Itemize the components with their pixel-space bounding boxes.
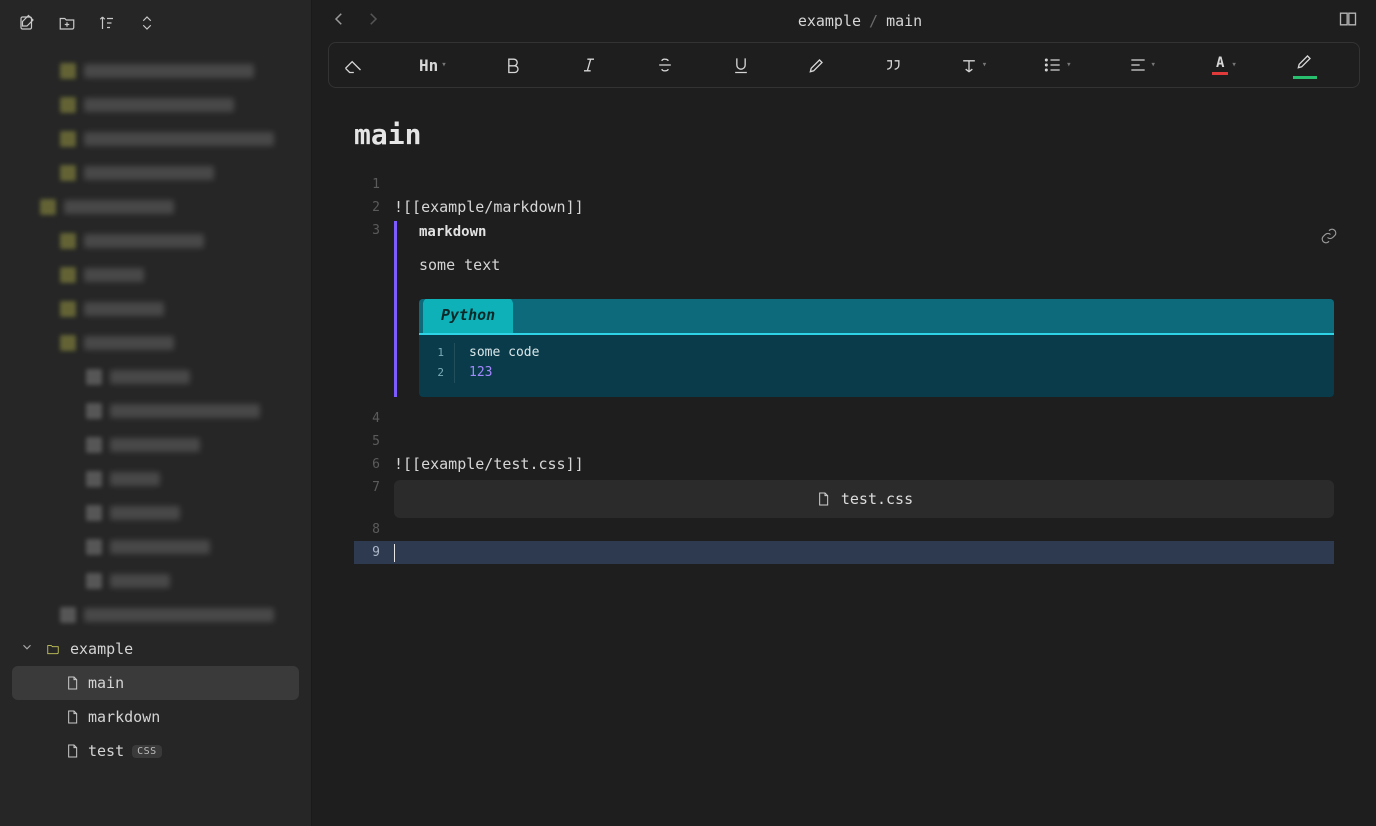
file-label: main	[88, 674, 124, 692]
sort-icon[interactable]	[98, 14, 116, 36]
folder-example[interactable]: example	[0, 632, 311, 666]
file-label: test	[88, 742, 124, 760]
topbar: example / main	[312, 0, 1376, 42]
embedded-file-label: test.css	[841, 488, 913, 511]
collapse-icon[interactable]	[138, 14, 156, 36]
gutter: 1	[354, 173, 394, 196]
breadcrumb-separator: /	[869, 12, 878, 30]
file-main[interactable]: main	[12, 666, 299, 700]
editor-pane: example / main Hn▾	[312, 0, 1376, 826]
code-line-2: 123	[469, 363, 539, 383]
editor-body[interactable]: main 1 2 ![[example/markdown]] 3 markdow…	[312, 88, 1376, 826]
code-lang-tab[interactable]: Python	[423, 299, 513, 333]
file-icon	[64, 708, 80, 726]
new-folder-icon[interactable]	[58, 14, 76, 36]
text-transform-button[interactable]: ▾	[959, 55, 987, 75]
file-icon	[64, 742, 80, 760]
reading-mode-icon[interactable]	[1338, 9, 1358, 33]
breadcrumb-current: main	[886, 12, 922, 30]
breadcrumb[interactable]: example / main	[398, 12, 1322, 30]
nav-back-button[interactable]	[330, 10, 348, 32]
ext-badge: CSS	[132, 745, 162, 758]
embed-link-testcss[interactable]: ![[example/test.css]]	[394, 453, 1334, 476]
quote-button[interactable]	[883, 55, 903, 75]
embedded-file-testcss[interactable]: test.css	[394, 480, 1334, 518]
file-test-css[interactable]: test CSS	[0, 734, 311, 768]
sidebar-toolbar	[0, 0, 311, 50]
embed-link-markdown[interactable]: ![[example/markdown]]	[394, 196, 1334, 219]
highlighter-color-button[interactable]	[1293, 51, 1317, 79]
nav-forward-button[interactable]	[364, 10, 382, 32]
list-button[interactable]: ▾	[1043, 55, 1071, 75]
folder-icon	[44, 642, 62, 656]
folder-label: example	[70, 640, 133, 658]
new-note-icon[interactable]	[18, 14, 36, 36]
highlight-button[interactable]	[807, 55, 827, 75]
open-link-icon[interactable]	[1320, 227, 1338, 252]
note-title[interactable]: main	[354, 118, 1334, 151]
bold-button[interactable]	[503, 55, 523, 75]
file-explorer: example main markdown test CSS	[0, 0, 312, 826]
file-markdown[interactable]: markdown	[0, 700, 311, 734]
breadcrumb-parent: example	[798, 12, 861, 30]
text-color-button[interactable]: A▾	[1212, 55, 1237, 75]
chevron-down-icon	[20, 640, 36, 658]
code-line-1: some code	[469, 343, 539, 363]
italic-button[interactable]	[579, 55, 599, 75]
clear-format-button[interactable]	[343, 55, 363, 75]
file-label: markdown	[88, 708, 160, 726]
file-icon	[64, 674, 80, 692]
embed-title: markdown	[419, 221, 1334, 244]
file-icon	[815, 490, 831, 508]
strikethrough-button[interactable]	[655, 55, 675, 75]
align-button[interactable]: ▾	[1128, 55, 1156, 75]
format-toolbar: Hn▾ ▾ ▾ ▾ A▾	[328, 42, 1360, 88]
text-cursor	[394, 544, 395, 562]
embed-text: some text	[419, 254, 1334, 277]
code-block: Python 1 2 some code 123	[419, 299, 1334, 397]
embedded-note-markdown: markdown some text Python 1 2	[394, 221, 1334, 397]
heading-button[interactable]: Hn▾	[419, 56, 447, 75]
line-9-active[interactable]	[394, 541, 1334, 564]
underline-button[interactable]	[731, 55, 751, 75]
